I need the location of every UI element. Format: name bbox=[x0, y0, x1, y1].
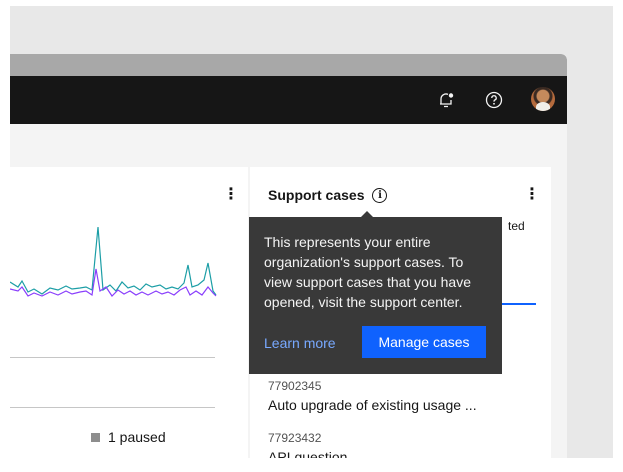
series-line-purple bbox=[10, 268, 217, 297]
manage-cases-button[interactable]: Manage cases bbox=[362, 326, 486, 358]
usage-card: ⋮ 1 paused bbox=[10, 167, 248, 458]
card-divider bbox=[10, 407, 215, 408]
case-id: 77902345 bbox=[268, 379, 322, 393]
window-titlebar bbox=[10, 54, 567, 76]
support-cases-title: Support cases i bbox=[268, 187, 388, 203]
learn-more-link[interactable]: Learn more bbox=[264, 335, 336, 351]
partial-status-text: ted bbox=[508, 219, 525, 233]
card-title-text: Support cases bbox=[268, 187, 365, 203]
series-line-teal bbox=[10, 226, 217, 296]
user-avatar[interactable] bbox=[531, 87, 555, 111]
help-icon[interactable] bbox=[483, 89, 505, 111]
overflow-menu-icon[interactable]: ⋮ bbox=[223, 187, 239, 203]
card-divider bbox=[10, 357, 215, 358]
selected-tab-indicator bbox=[498, 303, 536, 305]
top-navigation bbox=[10, 76, 567, 124]
notification-icon[interactable] bbox=[435, 89, 457, 111]
support-cases-tooltip: This represents your entire organization… bbox=[249, 211, 502, 374]
case-description: API question bbox=[268, 449, 348, 458]
info-icon[interactable]: i bbox=[372, 187, 388, 203]
usage-sparkline-chart bbox=[10, 226, 217, 297]
paused-label: 1 paused bbox=[108, 429, 166, 445]
paused-status: 1 paused bbox=[91, 429, 166, 445]
case-description: Auto upgrade of existing usage ... bbox=[268, 397, 477, 413]
paused-legend-swatch bbox=[91, 432, 100, 442]
tooltip-text: This represents your entire organization… bbox=[264, 234, 472, 310]
case-item[interactable]: 77902345 Auto upgrade of existing usage … bbox=[268, 379, 477, 413]
case-item[interactable]: 77923432 API question bbox=[268, 431, 347, 458]
case-id: 77923432 bbox=[268, 431, 322, 445]
overflow-menu-icon[interactable]: ⋮ bbox=[524, 187, 540, 203]
